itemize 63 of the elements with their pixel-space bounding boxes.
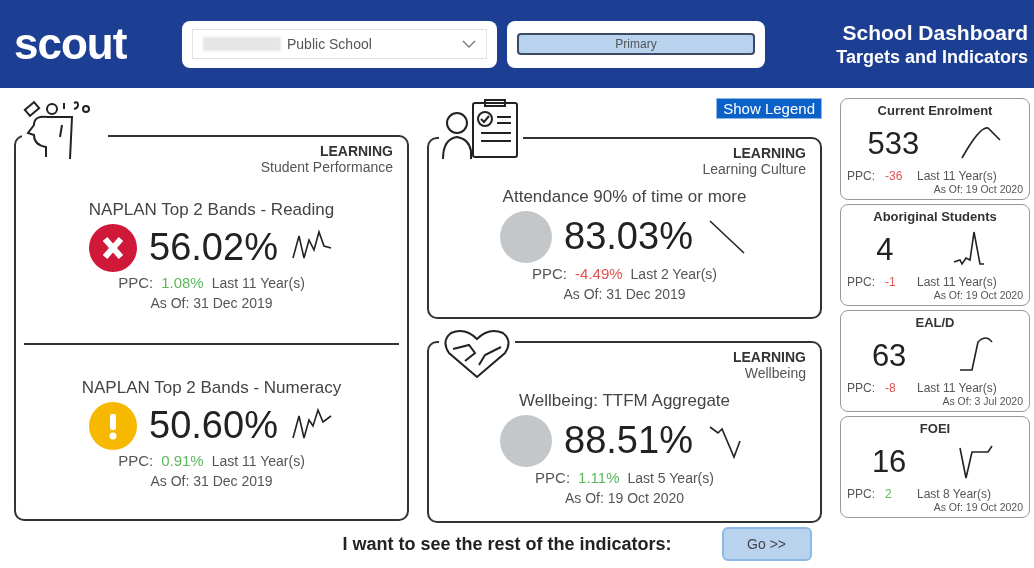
chevron-down-icon [462, 40, 476, 48]
level-select[interactable]: Primary [517, 33, 755, 55]
period-text: Last 5 Year(s) [627, 469, 714, 486]
as-of-date: As Of: 19 Oct 2020 [933, 183, 1023, 195]
ppc-value: 0.91% [161, 451, 204, 469]
as-of-date: As Of: 19 Oct 2020 [933, 289, 1023, 301]
subdomain-label: Wellbeing [744, 365, 806, 381]
period-text: Last 2 Year(s) [630, 265, 717, 282]
ppc-label: PPC: [118, 451, 154, 469]
go-button[interactable]: Go >> [721, 527, 812, 561]
subdomain-label: Student Performance [260, 159, 393, 175]
stat-title: EAL/D [914, 315, 956, 330]
ppc-label: PPC: [847, 381, 875, 395]
ppc-value: -8 [885, 381, 897, 395]
school-select[interactable]: Public School [192, 29, 487, 59]
stat-value: 16 [871, 443, 907, 480]
subdomain-label: Learning Culture [702, 161, 806, 177]
show-legend-button[interactable]: Show Legend [716, 98, 822, 119]
measure-title: Wellbeing: TTFM Aggregate [519, 390, 730, 411]
ppc-value: -36 [885, 169, 904, 183]
ppc-label: PPC: [118, 273, 154, 291]
period-text: Last 11 Year(s) [917, 275, 997, 289]
period-text: Last 8 Year(s) [917, 487, 992, 501]
as-of-date: As Of: 31 Dec 2019 [150, 294, 273, 311]
stat-value: 533 [867, 125, 920, 162]
period-text: Last 11 Year(s) [917, 381, 997, 395]
ppc-label: PPC: [532, 264, 568, 282]
measure-value: 56.02% [149, 226, 278, 269]
as-of-date: As Of: 31 Dec 2019 [150, 472, 273, 489]
measure-title: NAPLAN Top 2 Bands - Reading [88, 199, 335, 220]
measure-title: Attendance 90% of time or more [502, 186, 747, 207]
logo: scout [14, 19, 128, 69]
stat-value: 4 [876, 231, 894, 268]
as-of-date: As Of: 31 Dec 2019 [563, 285, 686, 302]
ppc-value: 1.11% [578, 468, 620, 486]
stat-title: Current Enrolment [876, 103, 994, 118]
domain-label: LEARNING [319, 143, 393, 159]
stat-value: 63 [871, 337, 907, 374]
as-of-date: As Of: 19 Oct 2020 [933, 501, 1023, 513]
period-text: Last 11 Year(s) [917, 169, 997, 183]
ppc-label: PPC: [535, 468, 571, 486]
ppc-value: -4.49% [575, 264, 623, 282]
ppc-value: 2 [885, 487, 893, 501]
measure-value: 83.03% [564, 215, 693, 258]
stat-title: Aboriginal Students [872, 209, 998, 224]
period-text: Last 11 Year(s) [211, 452, 305, 469]
ppc-value: -1 [885, 275, 897, 289]
dashboard-subtitle: Targets and Indicators [835, 46, 1028, 68]
dashboard-title: School Dashboard [841, 20, 1028, 45]
stat-title: FOEI [918, 421, 952, 436]
ppc-label: PPC: [847, 275, 875, 289]
prompt-text: I want to see the rest of the indicators: [342, 533, 672, 555]
period-text: Last 11 Year(s) [211, 274, 305, 291]
measure-title: NAPLAN Top 2 Bands - Numeracy [81, 377, 342, 398]
measure-value: 50.60% [149, 404, 278, 447]
ppc-label: PPC: [847, 487, 875, 501]
domain-label: LEARNING [732, 145, 806, 161]
domain-label: LEARNING [732, 349, 806, 365]
ppc-label: PPC: [847, 169, 875, 183]
measure-value: 88.51% [564, 419, 693, 462]
as-of-date: As Of: 3 Jul 2020 [942, 395, 1023, 407]
ppc-value: 1.08% [161, 273, 204, 291]
as-of-date: As Of: 19 Oct 2020 [564, 489, 685, 506]
